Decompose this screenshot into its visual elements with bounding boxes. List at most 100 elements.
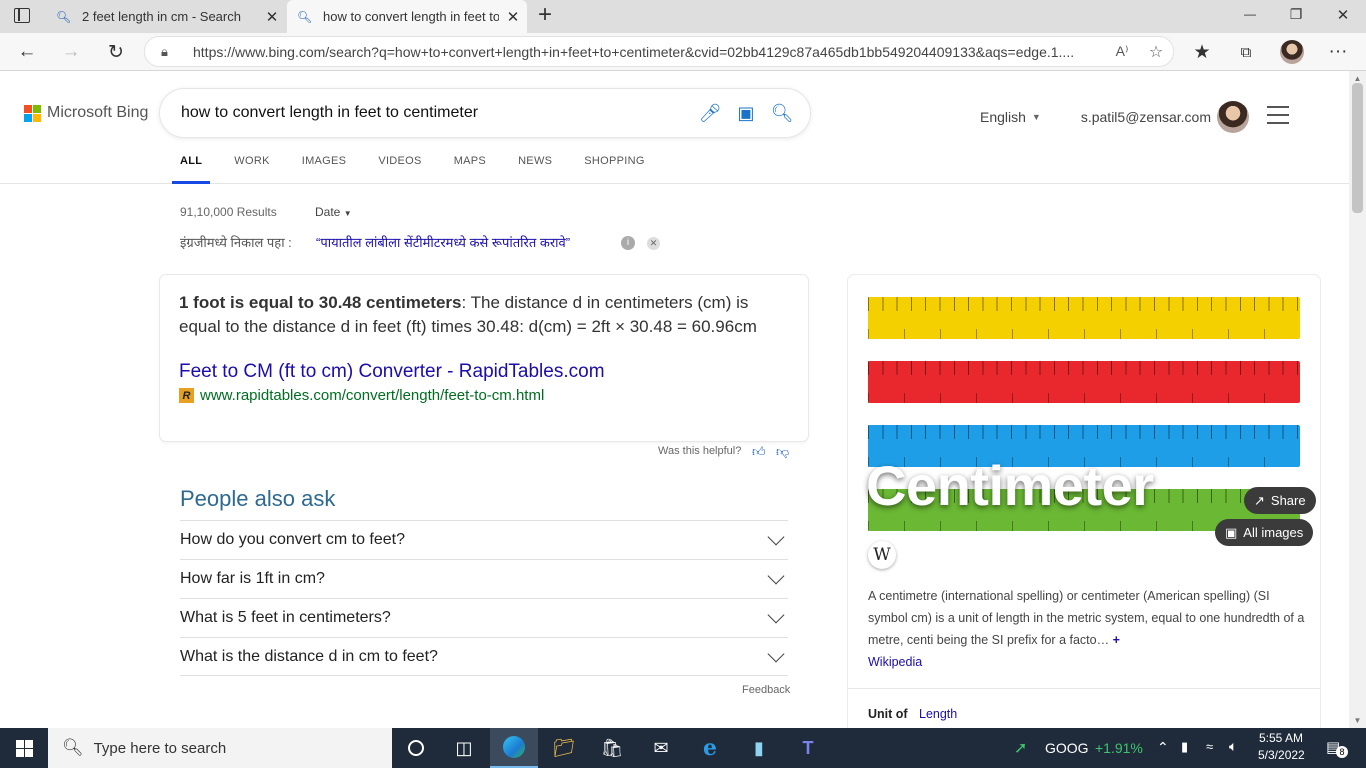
page-scrollbar[interactable]: ▲ ▼ [1349,71,1366,728]
user-avatar[interactable] [1217,101,1249,133]
close-tab-icon[interactable]: ✕ [258,8,286,26]
search-icon[interactable]: 🔍︎ [764,103,800,124]
bing-header: Microsoft Bing how to convert length in … [0,71,1349,184]
paa-item[interactable]: What is the distance d in cm to feet? [180,637,788,676]
search-icon: 🔍︎ [297,9,313,24]
tab-shopping[interactable]: SHOPPING [584,155,644,184]
info-icon[interactable]: i [621,236,635,250]
paa-item[interactable]: How far is 1ft in cm? [180,559,788,598]
minimize-button[interactable]: — [1240,7,1260,21]
search-icon: 🔍︎ [62,738,84,757]
edge-taskbar-icon[interactable] [490,728,538,768]
tab-work[interactable]: WORK [234,155,269,184]
divider [848,688,1320,689]
expand-description-button[interactable]: + [1113,633,1120,647]
translated-query-link[interactable]: “पायातील लांबीला सेंटीमीटरमध्ये कसे रूपा… [316,233,570,251]
share-label: Share [1270,493,1306,508]
search-tabs: ALL WORK IMAGES VIDEOS MAPS NEWS SHOPPIN… [171,155,677,184]
header-right: English ▼ s.patil5@zensar.com [980,101,1249,133]
unit-of-value[interactable]: Length [919,707,957,721]
answer-bold: 1 foot is equal to 30.48 centimeters [179,293,462,312]
wikipedia-link[interactable]: Wikipedia [868,655,922,669]
paa-item[interactable]: How do you convert cm to feet? [180,520,788,559]
tab-maps[interactable]: MAPS [454,155,486,184]
thumbs-down-icon[interactable]: 👎︎ [776,444,789,460]
share-button[interactable]: ↗ Share [1244,487,1316,514]
search-input[interactable]: how to convert length in feet to centime… [160,104,692,122]
volume-icon[interactable]: 🔈︎ [1229,738,1237,755]
taskbar-search-placeholder: Type here to search [93,739,227,757]
task-view-icon[interactable]: ◫ [440,728,488,768]
description-text: A centimetre (international spelling) or… [868,589,1305,647]
show-hidden-icons[interactable]: ⌃ [1157,739,1169,756]
hamburger-menu-icon[interactable] [1267,106,1289,130]
store-icon[interactable]: 🛍︎ [588,728,636,768]
chevron-down-icon: ▼ [1031,112,1041,122]
file-explorer-icon[interactable]: 📁︎ [540,728,588,768]
tab-actions-icon[interactable] [14,8,30,23]
stock-trend-icon: ➚ [1014,740,1028,757]
dismiss-icon[interactable]: ✕ [647,237,660,250]
close-window-button[interactable]: ✕ [1333,6,1353,24]
tab-all[interactable]: ALL [171,155,211,184]
answer-link-title[interactable]: Feet to CM (ft to cm) Converter - RapidT… [179,361,789,383]
tab-2-feet-length[interactable]: 🔍︎ 2 feet length in cm - Search ✕ [46,0,286,33]
wikipedia-icon[interactable]: W [868,541,896,569]
new-tab-button[interactable]: + [534,3,556,28]
windows-logo-icon [15,739,33,757]
clock[interactable]: 5:55 AM 5/3/2022 [1258,731,1305,762]
scroll-down-icon[interactable]: ▼ [1349,716,1366,725]
paa-question: How far is 1ft in cm? [180,570,325,587]
windows-taskbar: 🔍︎ Type here to search ◫ 📁︎ 🛍︎ ✉ e ▮ T ➚… [0,728,1366,768]
date-filter[interactable]: Date ▼ [315,205,352,219]
read-aloud-icon[interactable]: A⁾ [1105,43,1139,60]
teams-icon[interactable]: T [784,728,832,768]
favorites-icon[interactable]: ★ [1187,38,1217,66]
add-favorite-icon[interactable]: ☆ [1139,42,1173,62]
notification-icon[interactable]: ▤ 8 [1326,738,1348,758]
paa-question: How do you convert cm to feet? [180,531,405,548]
tab-videos[interactable]: VIDEOS [378,155,421,184]
all-images-button[interactable]: ▣ All images [1215,519,1314,546]
stock-change: +1.91% [1095,740,1143,756]
mail-icon[interactable]: ✉ [637,728,685,768]
tab-news[interactable]: NEWS [518,155,552,184]
tab-title: 2 feet length in cm - Search [82,9,241,24]
tab-convert-length[interactable]: 🔍︎ how to convert length in feet to c ✕ [287,0,527,33]
visual-search-icon[interactable]: ▣ [728,103,764,124]
app-icon[interactable]: ▮ [735,728,783,768]
forward-button[interactable]: → [56,38,86,66]
tab-strip: 🔍︎ 2 feet length in cm - Search ✕ 🔍︎ how… [0,0,1366,33]
settings-menu-button[interactable]: ··· [1323,38,1353,66]
microphone-icon[interactable]: 🎤︎ [692,103,728,124]
language-selector[interactable]: English [980,109,1026,125]
profile-avatar[interactable] [1280,40,1304,69]
start-button[interactable] [0,728,48,768]
scrollbar-thumb[interactable] [1352,83,1363,213]
cortana-icon[interactable] [392,728,440,768]
refresh-button[interactable]: ↻ [101,38,131,66]
user-email[interactable]: s.patil5@zensar.com [1081,109,1211,125]
collections-icon[interactable]: ⧉ [1231,38,1261,66]
stock-symbol[interactable]: GOOG [1045,740,1089,756]
answer-link-url[interactable]: www.rapidtables.com/convert/length/feet-… [200,387,544,404]
battery-icon[interactable]: ▮ [1181,739,1188,755]
internet-explorer-icon[interactable]: e [686,728,734,768]
paa-item[interactable]: What is 5 feet in centimeters? [180,598,788,637]
tab-images[interactable]: IMAGES [302,155,347,184]
ruler-image[interactable] [868,297,1300,339]
back-button[interactable]: ← [12,38,42,66]
people-also-ask-title: People also ask [180,486,336,511]
thumbs-up-icon[interactable]: 👍︎ [752,444,766,460]
restore-button[interactable]: ❐ [1286,6,1306,23]
search-box[interactable]: how to convert length in feet to centime… [160,89,810,137]
wifi-icon[interactable]: ≈ [1206,739,1213,754]
taskbar-search[interactable]: 🔍︎ Type here to search [48,728,392,768]
feedback-link[interactable]: Feedback [742,684,790,696]
close-tab-icon[interactable]: ✕ [499,8,527,26]
scroll-up-icon[interactable]: ▲ [1349,74,1366,83]
url-text[interactable]: https://www.bing.com/search?q=how+to+con… [193,44,1105,60]
bing-logo[interactable]: Microsoft Bing [24,104,148,122]
address-bar[interactable]: 🔒︎ https://www.bing.com/search?q=how+to+… [144,36,1174,67]
ruler-image[interactable] [868,361,1300,403]
